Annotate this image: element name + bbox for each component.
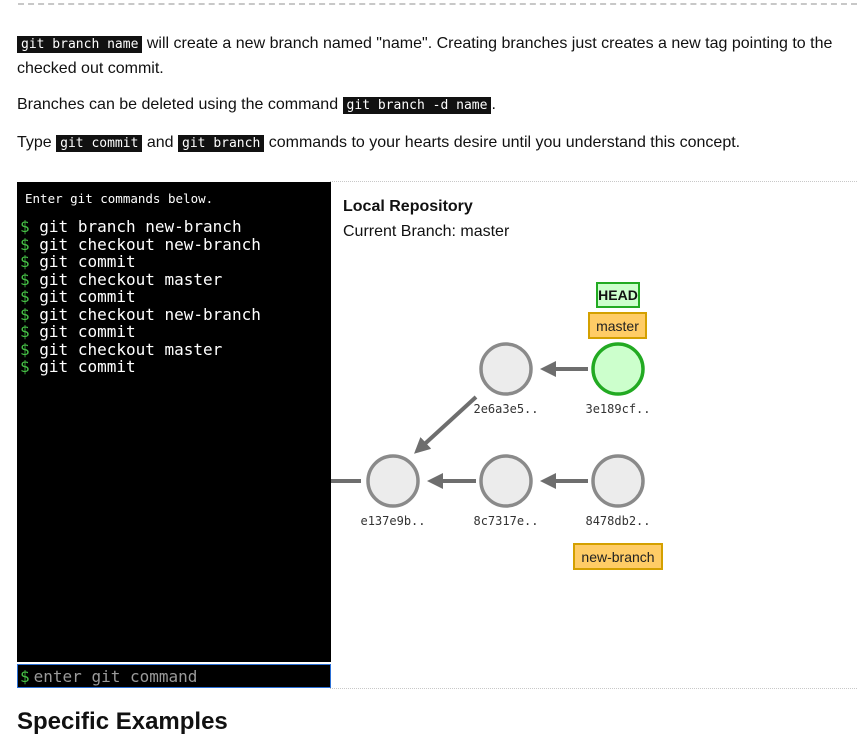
command-text: git commit <box>39 357 136 376</box>
prompt-icon: $ <box>20 339 30 359</box>
terminal-line: $ git checkout new-branch <box>20 304 261 324</box>
paragraph-text: Branches can be deleted using the comman… <box>17 96 343 113</box>
paragraph-text: . <box>491 96 496 113</box>
paragraph-text: Type <box>17 134 57 151</box>
inline-code: git branch -d name <box>342 97 492 114</box>
branch-tag-label: master <box>596 318 639 334</box>
terminal-history: $ git branch new-branch $ git checkout ne… <box>20 218 261 376</box>
command-text: git commit <box>39 252 136 271</box>
commit-node <box>591 342 645 396</box>
inline-code: git branch <box>178 135 265 152</box>
command-text: git checkout new-branch <box>39 234 261 254</box>
intro-paragraph-2: Branches can be deleted using the comman… <box>17 93 857 118</box>
commit-hash-label: 3e189cf.. <box>585 402 650 416</box>
branch-tag-label: new-branch <box>581 549 654 565</box>
git-terminal: Enter git commands below. $ git branch n… <box>17 182 331 662</box>
commit-hash-label: 8478db2.. <box>585 514 650 528</box>
command-text: git checkout new-branch <box>39 304 261 324</box>
commit-hash-label: 8c7317e.. <box>473 514 538 528</box>
inline-code: git commit <box>56 135 143 152</box>
current-branch: Current Branch: master <box>343 223 510 240</box>
prompt-icon: $ <box>20 304 30 324</box>
divider <box>330 181 857 182</box>
command-text: git commit <box>39 322 136 341</box>
git-command-input[interactable] <box>33 666 324 686</box>
commit-hash-label: 2e6a3e5.. <box>473 402 538 416</box>
prompt-icon: $ <box>20 234 30 254</box>
command-text: git checkout master <box>39 269 223 289</box>
terminal-line: $ git branch new-branch <box>20 218 261 236</box>
commit-node <box>366 454 420 508</box>
prompt-icon: $ <box>20 217 30 236</box>
command-text: git branch new-branch <box>39 217 242 236</box>
prompt-icon: $ <box>20 287 30 306</box>
top-divider <box>18 3 857 5</box>
intro-paragraph-3: Type git commit and git branch commands … <box>17 131 857 156</box>
prompt-icon: $ <box>20 322 30 341</box>
head-tag-label: HEAD <box>598 287 638 303</box>
commit-hash-label: e137e9b.. <box>360 514 425 528</box>
command-text: git checkout master <box>39 339 223 359</box>
commit-node <box>479 342 533 396</box>
terminal-line: $ git checkout new-branch <box>20 234 261 254</box>
command-input-box[interactable]: $ <box>17 664 331 688</box>
repo-title: Local Repository <box>343 198 473 215</box>
commit-arrow <box>414 395 478 454</box>
commit-node <box>479 454 533 508</box>
section-heading: Specific Examples <box>17 708 228 735</box>
paragraph-text: and <box>142 134 179 151</box>
paragraph-text: commands to your hearts desire until you… <box>264 134 741 151</box>
terminal-line: $ git checkout master <box>20 339 261 359</box>
terminal-line: $ git commit <box>20 358 261 376</box>
prompt-icon: $ <box>20 269 30 289</box>
terminal-line: $ git commit <box>20 253 261 271</box>
terminal-line: $ git commit <box>20 288 261 306</box>
intro-paragraph-1: git branch name will create a new branch… <box>17 32 857 81</box>
terminal-line: $ git commit <box>20 323 261 341</box>
inline-code: git branch name <box>17 36 143 53</box>
prompt-icon: $ <box>20 357 30 376</box>
terminal-intro: Enter git commands below. <box>25 191 214 206</box>
terminal-line: $ git checkout master <box>20 269 261 289</box>
commit-node <box>591 454 645 508</box>
prompt-icon: $ <box>20 252 30 271</box>
divider <box>330 688 857 689</box>
prompt-icon: $ <box>20 666 30 686</box>
command-text: git commit <box>39 287 136 306</box>
commit-graph: e137e9b.. 8c7317e.. 8478db2.. 2e6a3e5.. 3e18… <box>331 282 663 570</box>
